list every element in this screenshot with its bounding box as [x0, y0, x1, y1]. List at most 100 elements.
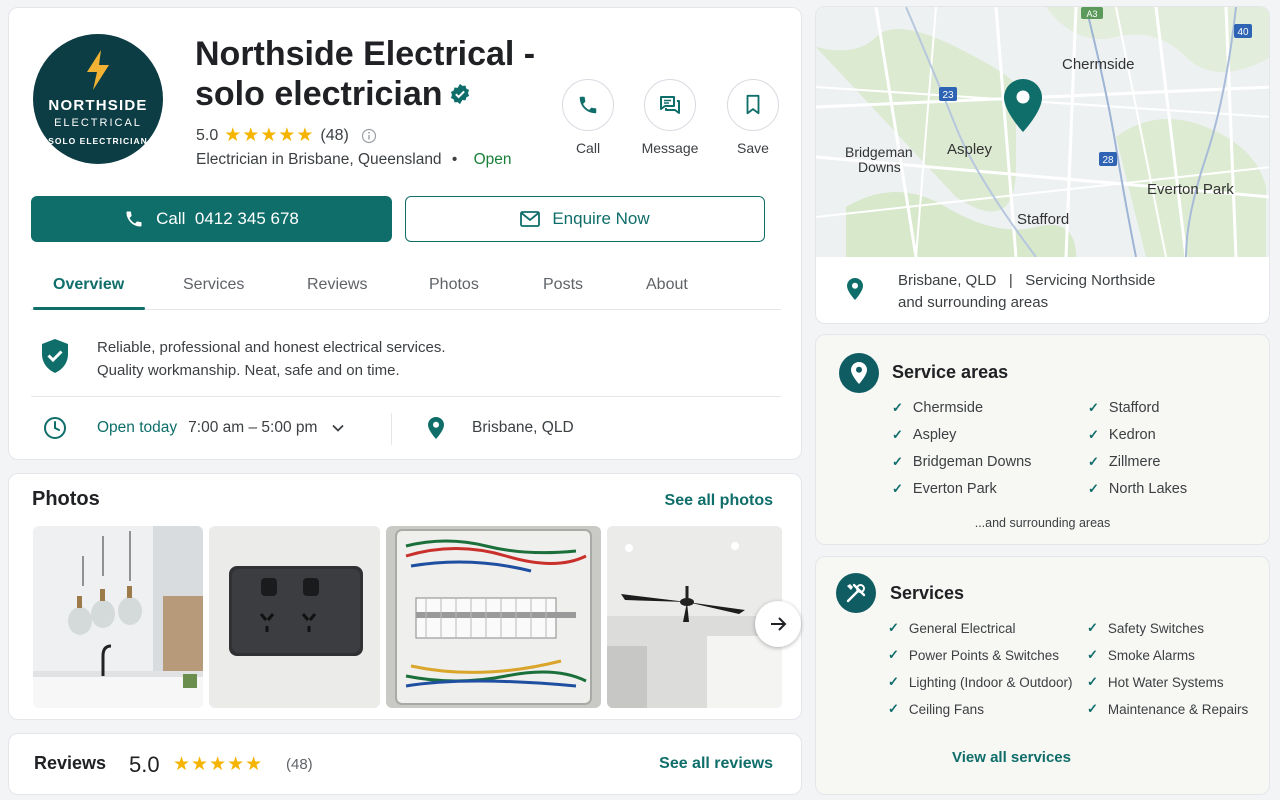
divider [31, 396, 781, 397]
tab-reviews[interactable]: Reviews [307, 276, 367, 294]
see-all-reviews-link[interactable]: See all reviews [659, 755, 773, 773]
open-status: Open [473, 151, 512, 168]
service-item: ✓ Hot Water Systems [1087, 674, 1224, 690]
bookmark-icon [746, 94, 760, 115]
info-icon[interactable] [361, 128, 377, 144]
service-item: ✓ General Electrical [888, 620, 1015, 636]
call-action-button[interactable] [562, 79, 614, 131]
view-all-services-link[interactable]: View all services [816, 749, 1207, 766]
check-icon: ✓ [888, 647, 899, 662]
message-action-button[interactable] [644, 79, 696, 131]
opening-hours: 7:00 am – 5:00 pm [188, 419, 318, 436]
service-item: ✓ Lighting (Indoor & Outdoor) [888, 674, 1073, 690]
photos-card: Photos See all photos [8, 473, 802, 720]
area-label: Aspley [912, 427, 957, 443]
area-label: Zillmere [1108, 454, 1161, 470]
check-icon: ✓ [1088, 481, 1099, 496]
next-photo-button[interactable] [755, 601, 801, 647]
tab-about[interactable]: About [646, 276, 688, 294]
location-pin-icon [847, 278, 863, 300]
service-location-line-2: and surrounding areas [898, 294, 1049, 311]
service-label: Ceiling Fans [908, 701, 984, 717]
phone-icon [579, 96, 597, 114]
message-action-label: Message [641, 140, 699, 156]
enquire-now-label: Enquire Now [552, 209, 650, 228]
review-count[interactable]: (48) [320, 127, 348, 145]
call-phone-button[interactable]: Call 0412 345 678 [31, 196, 392, 242]
save-action-label: Save [737, 140, 769, 156]
reviews-count: (48) [286, 756, 313, 773]
service-label: General Electrical [908, 620, 1016, 636]
photo-pendant-lights[interactable] [33, 526, 203, 708]
map-label-aspley: Aspley [947, 141, 993, 158]
tab-photos[interactable]: Photos [429, 276, 479, 294]
business-description: Reliable, professional and honest electr… [97, 336, 446, 382]
tab-posts[interactable]: Posts [543, 276, 583, 294]
road-shield-40: 40 [1237, 27, 1249, 38]
service-item: ✓ Smoke Alarms [1087, 647, 1195, 663]
surrounding-areas-note: ...and surrounding areas [974, 516, 1111, 530]
service-area-pin-icon [839, 353, 879, 393]
photos-heading: Photos [32, 488, 100, 510]
area-label: Bridgeman Downs [912, 454, 1032, 470]
enquire-now-button[interactable]: Enquire Now [405, 196, 765, 242]
call-action-label: Call [575, 140, 601, 156]
clock-icon [44, 417, 66, 439]
area-item: ✓ Zillmere [1088, 454, 1160, 470]
verified-badge-icon [450, 83, 469, 105]
service-label: Hot Water Systems [1107, 674, 1224, 690]
check-icon: ✓ [1088, 454, 1099, 469]
description-line-2: Quality workmanship. Neat, safe and on t… [97, 362, 400, 379]
check-icon: ✓ [892, 481, 903, 496]
photo-switchboard[interactable] [386, 526, 601, 708]
service-label: Safety Switches [1107, 620, 1204, 636]
call-action[interactable]: Call [548, 79, 628, 156]
lightning-bolt-icon [87, 50, 109, 90]
service-label: Smoke Alarms [1107, 647, 1195, 663]
service-location-info: Brisbane, QLD | Servicing Northside and … [898, 270, 1155, 314]
separator-dot: • [451, 151, 458, 168]
service-item: ✓ Maintenance & Repairs [1087, 701, 1248, 717]
map-card: 23 28 40 A3 Chermside Aspley Bridgeman D… [815, 6, 1270, 324]
map-label-chermside: Chermside [1062, 56, 1135, 73]
chevron-down-icon[interactable] [331, 423, 345, 433]
location-text: Brisbane, QLD [472, 419, 574, 436]
service-label: Power Points & Switches [908, 647, 1059, 663]
message-action[interactable]: Message [630, 79, 710, 156]
business-profile-card: NORTHSIDE ELECTRICAL SOLO ELECTRICIAN No… [8, 7, 802, 460]
photo-power-point[interactable] [209, 526, 380, 708]
tab-services[interactable]: Services [183, 276, 244, 294]
area-label: Kedron [1108, 427, 1156, 443]
save-action-button[interactable] [727, 79, 779, 131]
tab-overview[interactable]: Overview [53, 276, 124, 294]
phone-number: 0412 345 678 [194, 209, 299, 228]
location-row[interactable]: Brisbane, QLD [427, 416, 574, 440]
area-label: Stafford [1108, 400, 1160, 416]
call-button-label: Call [156, 209, 186, 228]
see-all-photos-link[interactable]: See all photos [665, 492, 773, 510]
service-location-line-1: Brisbane, QLD | Servicing Northside [898, 272, 1156, 289]
save-action[interactable]: Save [713, 79, 793, 156]
area-label: Chermside [912, 400, 984, 416]
check-icon: ✓ [892, 427, 903, 442]
rating-value: 5.0 [196, 126, 219, 144]
area-item: ✓ Aspley [892, 427, 956, 443]
business-logo: NORTHSIDE ELECTRICAL SOLO ELECTRICIAN [33, 34, 163, 164]
area-item: ✓ Kedron [1088, 427, 1156, 443]
check-icon: ✓ [1087, 674, 1098, 689]
check-icon: ✓ [888, 620, 899, 635]
check-icon: ✓ [1087, 701, 1098, 716]
map-view[interactable]: 23 28 40 A3 Chermside Aspley Bridgeman D… [816, 7, 1270, 257]
location-pin-icon [428, 417, 444, 439]
description-line-1: Reliable, professional and honest electr… [97, 339, 446, 356]
service-item: ✓ Ceiling Fans [888, 701, 984, 717]
arrow-right-icon [771, 617, 787, 631]
area-item: ✓ North Lakes [1088, 481, 1187, 497]
service-item: ✓ Power Points & Switches [888, 647, 1059, 663]
reviews-stars: ★★★★★ [173, 754, 264, 775]
check-icon: ✓ [888, 701, 899, 716]
map-label-bridgeman: Bridgeman [845, 144, 913, 160]
hours-row[interactable]: Open today 7:00 am – 5:00 pm [43, 416, 345, 440]
map-label-stafford: Stafford [1017, 211, 1069, 228]
shield-check-icon [42, 339, 68, 373]
